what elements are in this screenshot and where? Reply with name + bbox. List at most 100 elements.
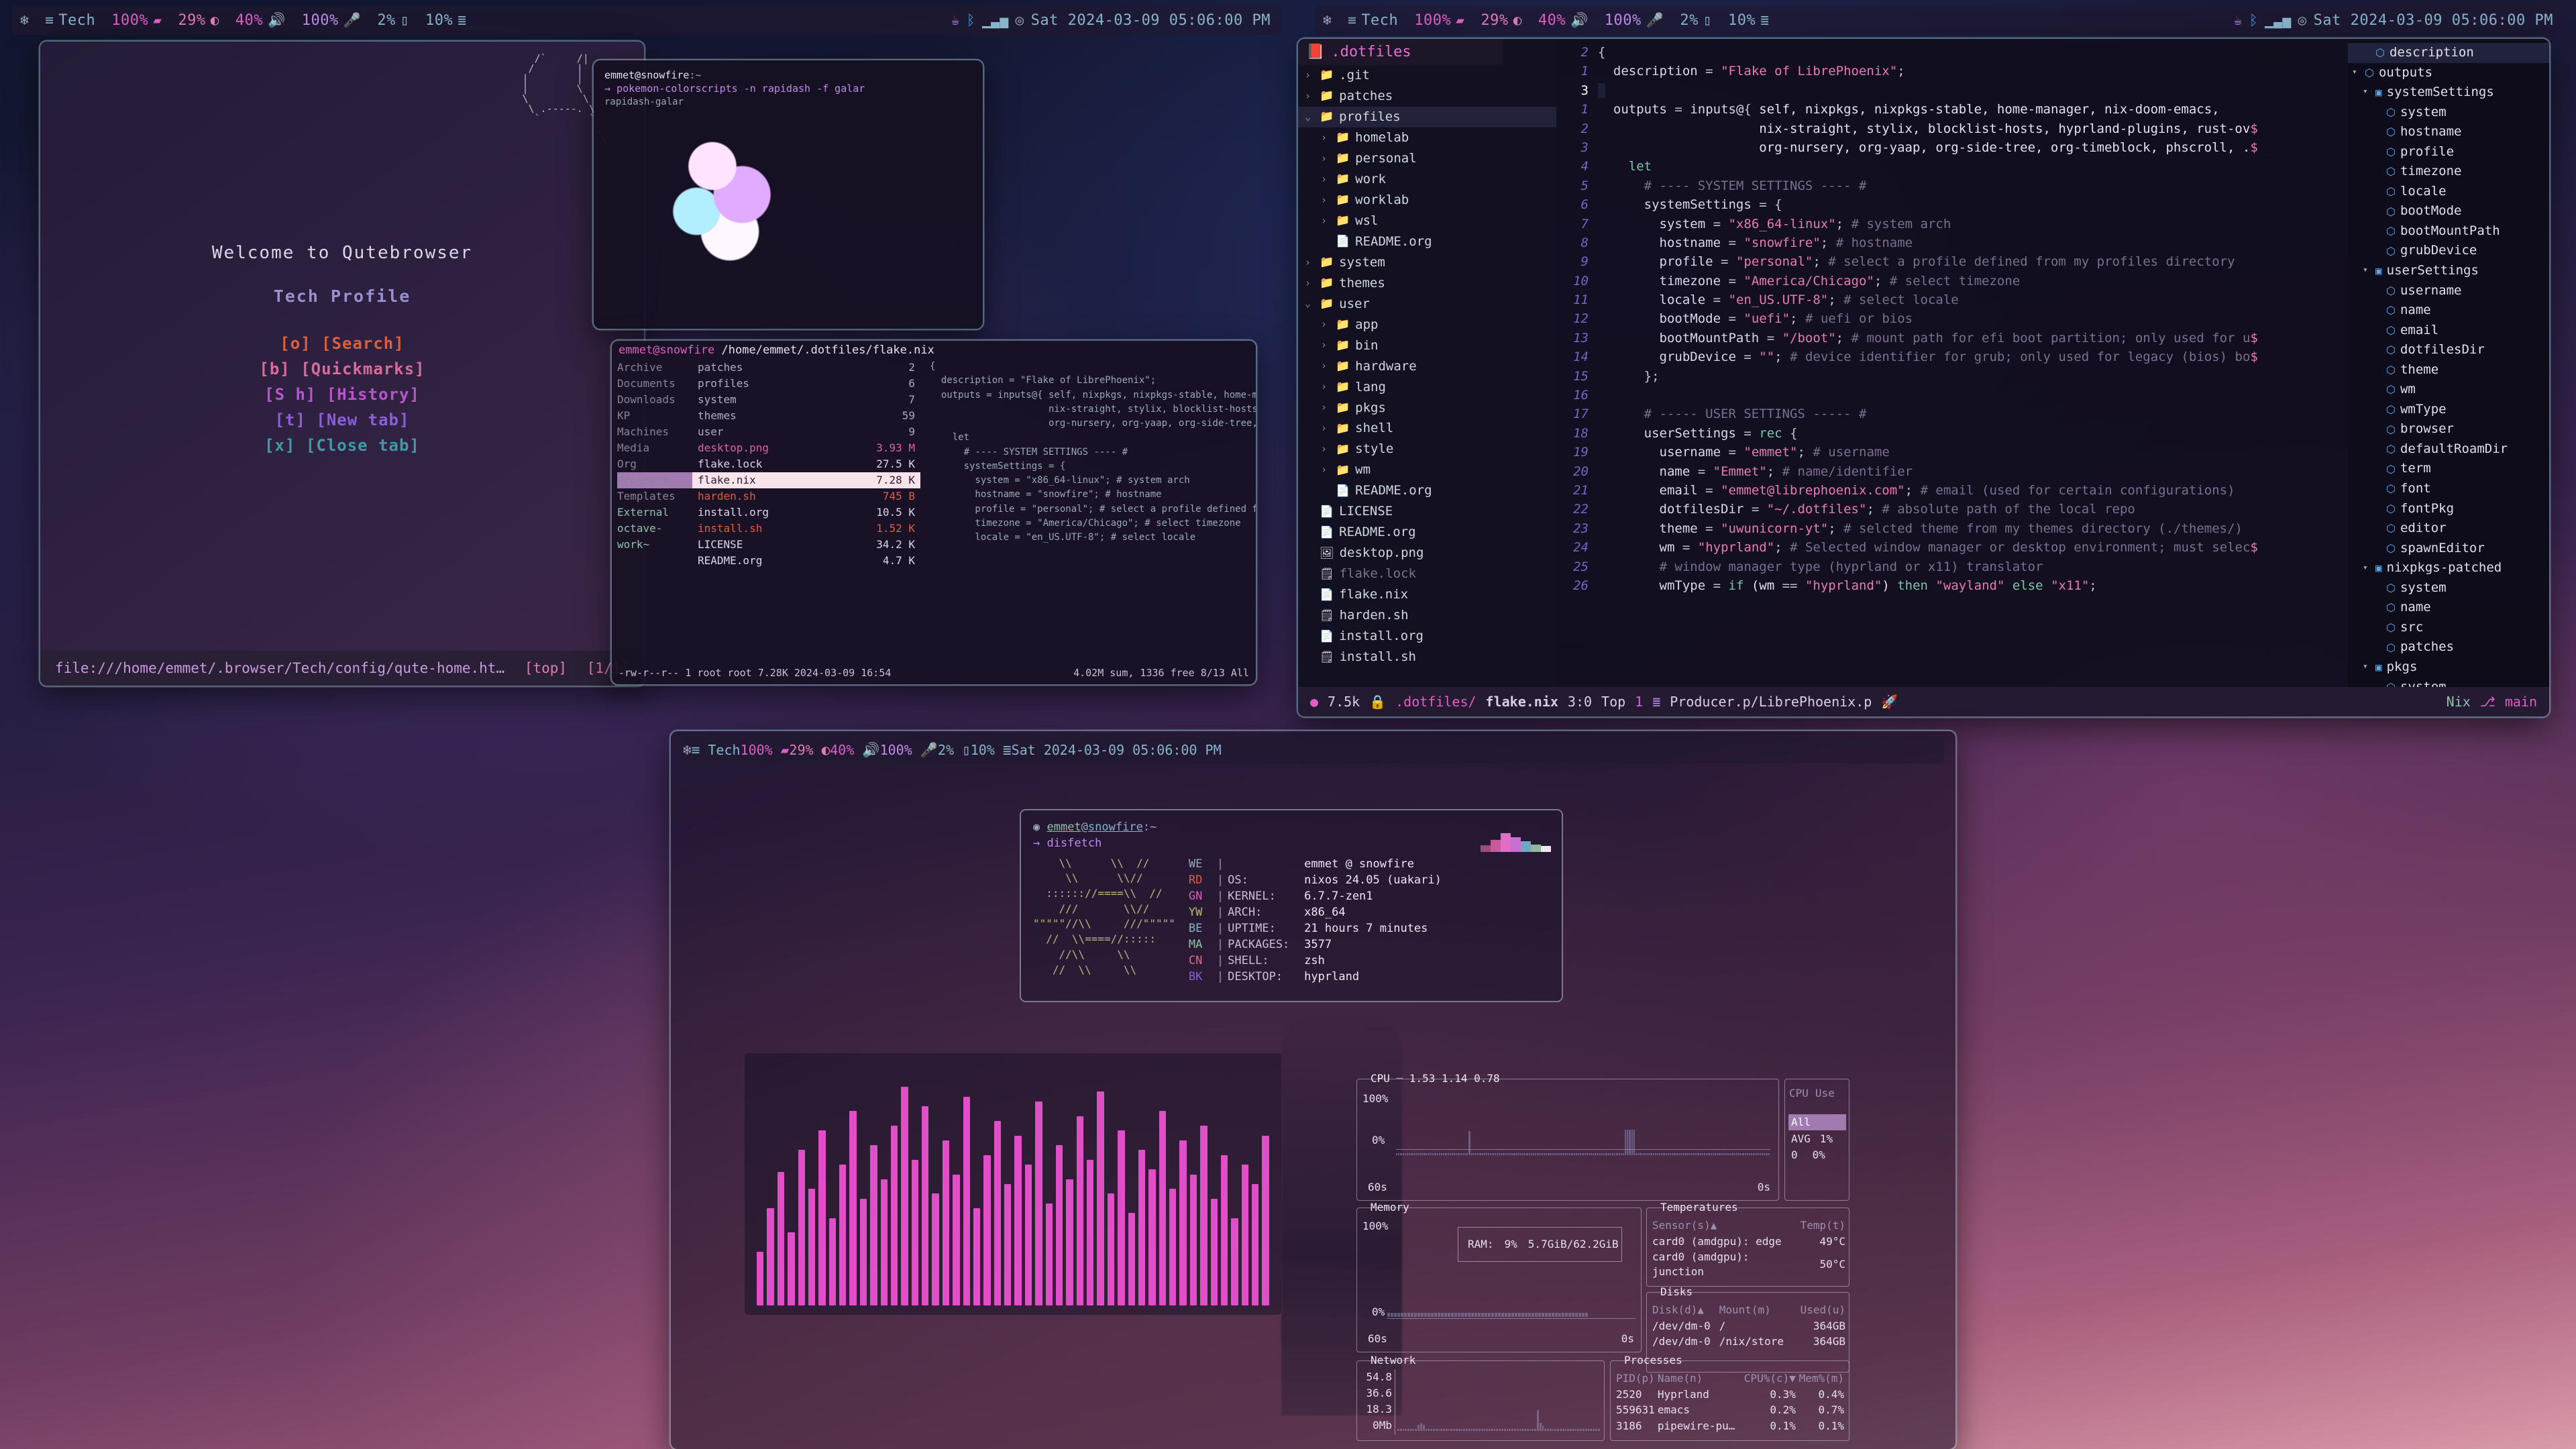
file-tree-item[interactable]: › 📁 homelab — [1298, 127, 1556, 148]
outline-item[interactable]: ⬡ term — [2348, 459, 2549, 479]
ranger-parent-column[interactable]: Archive Documents Downloads KP Machines Media… — [612, 360, 692, 663]
file-tree-item[interactable]: › 📁 shell — [1298, 418, 1556, 439]
chevron-icon[interactable]: › — [1305, 89, 1314, 103]
microphone-indicator[interactable]: 100% 🎤 — [1597, 12, 1672, 29]
ranger-window[interactable]: emmet@snowfire /home/emmet/.dotfiles/fla… — [612, 341, 1256, 684]
outline-item[interactable]: ⬡ bootMode — [2348, 201, 2549, 221]
ranger-file-row[interactable]: user 9 — [692, 424, 920, 440]
chevron-icon[interactable]: › — [1305, 68, 1314, 83]
outline-item[interactable]: ⬡ locale — [2348, 182, 2549, 202]
ranger-parent-item[interactable]: Media — [617, 440, 692, 456]
neovim-symbol-outline[interactable]: ⬡ description ▾ ⬡ outputs ▾ ▣ systemSettings ⬡ sy… — [2348, 39, 2549, 714]
outline-item[interactable]: ▾ ▣ pkgs — [2348, 657, 2549, 678]
ranger-file-row[interactable]: harden.sh 745 B — [692, 488, 920, 504]
memory-indicator[interactable]: 2% ▯ — [369, 12, 417, 29]
outline-item[interactable]: ⬡ src — [2348, 618, 2549, 638]
ranger-file-row[interactable]: profiles 6 — [692, 376, 920, 392]
file-tree-item[interactable]: › 📁 work — [1298, 169, 1556, 190]
outline-item[interactable]: ⬡ email — [2348, 321, 2549, 341]
chevron-icon[interactable]: ⌄ — [1305, 110, 1314, 124]
file-tree-item[interactable]: › 📁 personal — [1298, 148, 1556, 169]
quick-link-history[interactable]: [S h] [History] — [264, 385, 420, 404]
file-tree-item[interactable]: 🖼 desktop.png — [1298, 543, 1556, 564]
outline-item[interactable]: ▾ ▣ userSettings — [2348, 261, 2549, 281]
file-tree-item[interactable]: 📄 flake.nix — [1298, 584, 1556, 605]
cup-icon[interactable]: ☕ — [951, 13, 960, 28]
outline-item[interactable]: ⬡ profile — [2348, 142, 2549, 162]
ranger-file-row[interactable]: install.org 10.5 K — [692, 504, 920, 521]
outline-item[interactable]: ⬡ wm — [2348, 380, 2549, 400]
ranger-parent-item[interactable]: Org — [617, 456, 692, 472]
outline-chevron-icon[interactable]: ▾ — [2363, 86, 2371, 99]
disc-icon[interactable]: ◎ — [2298, 13, 2306, 28]
file-tree-item[interactable]: 📄 LICENSE — [1298, 501, 1556, 522]
ranger-file-row[interactable]: system 7 — [692, 392, 920, 408]
outline-item[interactable]: ▾ ⬡ outputs — [2348, 63, 2549, 83]
brightness-indicator[interactable]: 29% ◐ — [1472, 12, 1529, 29]
outline-item[interactable]: ⬡ timezone — [2348, 162, 2549, 182]
volume-indicator[interactable]: 40% 🔊 — [1530, 12, 1597, 29]
file-tree-item[interactable]: 📄 README.org — [1298, 522, 1556, 543]
chevron-icon[interactable]: ⌄ — [1305, 297, 1314, 311]
workspace-indicator[interactable]: ≡ Tech — [692, 742, 741, 758]
file-tree-item[interactable]: › 📁 pkgs — [1298, 398, 1556, 419]
ranger-file-row[interactable]: LICENSE 34.2 K — [692, 537, 920, 553]
ranger-parent-item[interactable]: Archive — [617, 360, 692, 376]
chevron-icon[interactable]: › — [1321, 131, 1330, 145]
neovim-file-tree[interactable]: 📕 .dotfiles › 📁 .git › 📁 patches ⌄ 📁 profiles › 📁 h… — [1298, 39, 1556, 687]
pokemon-terminal-window[interactable]: emmet@snowfire:~ → pokemon-colorscripts … — [594, 60, 983, 329]
cpu-indicator[interactable]: 10% ≣ — [417, 12, 474, 29]
chevron-icon[interactable]: › — [1321, 152, 1330, 166]
outline-chevron-icon[interactable]: ▾ — [2363, 264, 2371, 277]
outline-item[interactable]: ⬡ username — [2348, 281, 2549, 301]
battery-indicator[interactable]: 100% ▰ — [103, 12, 170, 29]
ranger-parent-item[interactable]: Templates — [617, 488, 692, 504]
ranger-parent-item[interactable]: Documents — [617, 376, 692, 392]
workspace-indicator[interactable]: ≡ Tech — [1340, 12, 1406, 29]
outline-item[interactable]: ⬡ system — [2348, 578, 2549, 598]
bluetooth-icon[interactable]: ᛒ — [967, 13, 975, 28]
quick-link-search[interactable]: [o] [Search] — [280, 334, 404, 353]
ranger-file-row[interactable]: install.sh 1.52 K — [692, 521, 920, 537]
file-tree-item[interactable]: › 📁 themes — [1298, 273, 1556, 294]
snowflake-icon[interactable]: ❄ — [1315, 13, 1340, 28]
outline-item[interactable]: ⬡ patches — [2348, 637, 2549, 657]
wifi-icon[interactable]: ▁▃▅ — [982, 13, 1008, 28]
battery-indicator[interactable]: 100% ▰ — [741, 742, 790, 758]
ranger-file-column[interactable]: patches 2 profiles 6 system 7 themes 59 user 9 des… — [692, 360, 920, 663]
volume-indicator[interactable]: 40% 🔊 — [830, 742, 879, 758]
chevron-icon[interactable]: › — [1321, 172, 1330, 186]
file-tree-item[interactable]: › 📁 hardware — [1298, 356, 1556, 377]
outline-item[interactable]: ⬡ grubDevice — [2348, 241, 2549, 261]
chevron-icon[interactable]: › — [1321, 214, 1330, 228]
ranger-parent-item[interactable]: External — [617, 504, 692, 521]
outline-item[interactable]: ▾ ▣ systemSettings — [2348, 83, 2549, 103]
file-tree-item[interactable]: 📄 install.org — [1298, 626, 1556, 647]
file-tree-item[interactable]: 📄 README.org — [1298, 231, 1556, 252]
chevron-icon[interactable]: › — [1321, 338, 1330, 352]
ranger-file-row[interactable]: flake.lock 27.5 K — [692, 456, 920, 472]
outline-item[interactable]: ⬡ theme — [2348, 360, 2549, 380]
file-tree-item[interactable]: › 📁 bin — [1298, 335, 1556, 356]
file-tree-item[interactable]: 🗒 install.sh — [1298, 647, 1556, 667]
bluetooth-icon[interactable]: ᛒ — [2249, 13, 2258, 28]
chevron-icon[interactable]: › — [1321, 359, 1330, 373]
outline-item[interactable]: ⬡ system — [2348, 103, 2549, 123]
chevron-icon[interactable]: › — [1321, 442, 1330, 456]
file-tree-item[interactable]: 🗒 harden.sh — [1298, 605, 1556, 626]
ranger-file-row[interactable]: patches 2 — [692, 360, 920, 376]
btop-panel[interactable]: CPU ─ 1.53 1.14 0.78 100% 0% 60s 0s CPU … — [1356, 1072, 1849, 1441]
ranger-parent-item[interactable]: octave-work~ — [617, 521, 692, 553]
quick-link-quickmarks[interactable]: [b] [Quickmarks] — [259, 360, 425, 378]
outline-chevron-icon[interactable]: ▾ — [2363, 661, 2371, 674]
chevron-icon[interactable]: › — [1321, 193, 1330, 207]
file-tree-item[interactable]: 📄 README.org — [1298, 480, 1556, 501]
qutebrowser-window[interactable]: /` /| / | | | | \ \ \ \ .-----. \ ` ` . … — [40, 42, 644, 686]
ranger-parent-item[interactable]: KP — [617, 408, 692, 424]
cpu-all-row[interactable]: All — [1788, 1114, 1846, 1130]
file-tree-item[interactable]: › 📁 system — [1298, 252, 1556, 273]
file-tree-item[interactable]: › 📁 app — [1298, 315, 1556, 335]
quick-link-close-tab[interactable]: [x] [Close tab] — [264, 436, 420, 455]
brightness-indicator[interactable]: 29% ◐ — [789, 742, 830, 758]
outline-chevron-icon[interactable]: ▾ — [2352, 66, 2360, 79]
